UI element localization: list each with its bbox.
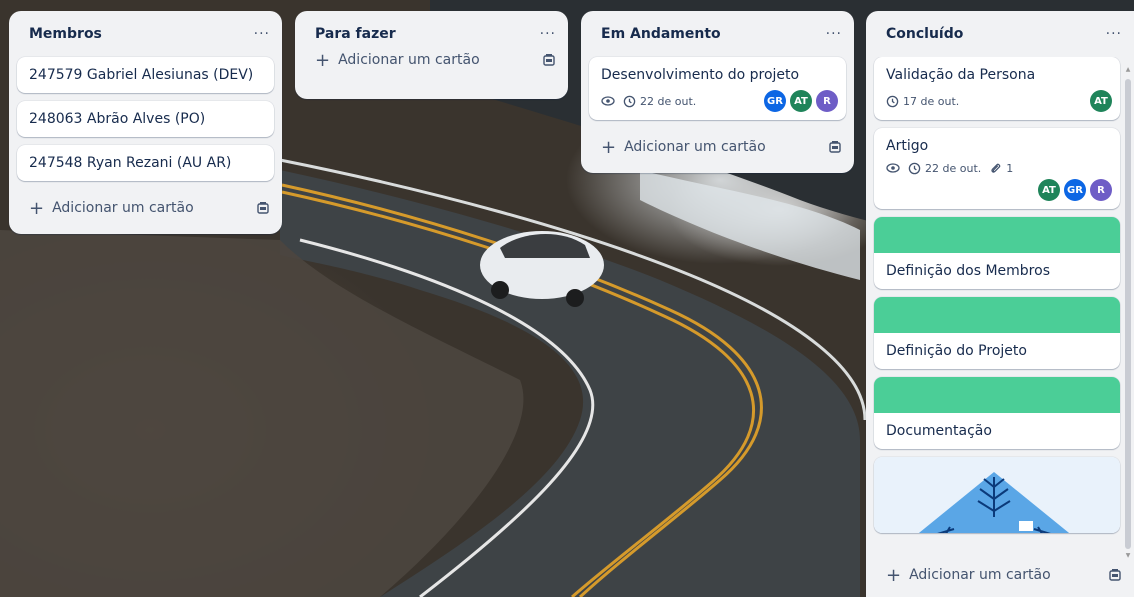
card-badges: 22 de out. 1: [874, 161, 1120, 179]
card-container: 247579 Gabriel Alesiunas (DEV) 248063 Ab…: [9, 57, 282, 181]
card-container: Desenvolvimento do projeto 22 de out. GR…: [581, 57, 854, 120]
board-lists: Membros ··· 247579 Gabriel Alesiunas (DE…: [0, 0, 1134, 597]
avatar[interactable]: AT: [1038, 179, 1060, 201]
plus-icon: +: [29, 197, 45, 219]
due-date-badge[interactable]: 22 de out.: [623, 95, 696, 108]
add-card-label: Adicionar um cartão: [624, 139, 766, 155]
plus-icon: +: [886, 564, 902, 586]
plus-icon: +: [601, 136, 617, 158]
card-cover-green: [874, 377, 1120, 413]
list-title[interactable]: Membros: [29, 26, 102, 42]
avatar[interactable]: GR: [1064, 179, 1086, 201]
card-members: GR AT R: [764, 90, 838, 112]
card-template-icon[interactable]: [256, 201, 270, 215]
list-menu-button[interactable]: ···: [540, 26, 556, 42]
eye-icon: [601, 96, 615, 106]
add-card-button[interactable]: + Adicionar um cartão: [601, 137, 766, 158]
list-menu-button[interactable]: ···: [826, 26, 842, 42]
card-title: Artigo: [886, 138, 929, 154]
card[interactable]: Definição dos Membros: [874, 217, 1120, 289]
list-menu-button[interactable]: ···: [1106, 26, 1122, 42]
card-title: Validação da Persona: [886, 67, 1036, 83]
card-template-icon[interactable]: [542, 53, 556, 67]
list-title[interactable]: Concluído: [886, 26, 963, 42]
card[interactable]: Artigo 22 de out. 1 AT GR R: [874, 128, 1120, 209]
avatar[interactable]: GR: [764, 90, 786, 112]
scroll-up-arrow-icon[interactable]: ▲: [1124, 67, 1132, 73]
clock-icon: [623, 95, 636, 107]
card[interactable]: Definição do Projeto: [874, 297, 1120, 369]
card-template-icon[interactable]: [1108, 568, 1122, 582]
avatar[interactable]: AT: [1090, 90, 1112, 112]
avatar[interactable]: R: [1090, 179, 1112, 201]
list-menu-button[interactable]: ···: [254, 26, 270, 42]
add-card-label: Adicionar um cartão: [909, 567, 1051, 583]
card-cover-green: [874, 297, 1120, 333]
card[interactable]: 247579 Gabriel Alesiunas (DEV): [17, 57, 274, 93]
add-card-row: + Adicionar um cartão: [295, 41, 568, 79]
card-cover-image: [874, 457, 1120, 533]
due-date-text: 17 de out.: [903, 94, 960, 108]
card-title: 247548 Ryan Rezani (AU AR): [29, 155, 232, 171]
eye-icon: [886, 163, 900, 173]
add-card-row: + Adicionar um cartão: [866, 553, 1134, 597]
card-template-icon[interactable]: [828, 140, 842, 154]
card-title: 247579 Gabriel Alesiunas (DEV): [29, 67, 254, 83]
clock-icon: [908, 162, 921, 174]
card[interactable]: 247548 Ryan Rezani (AU AR): [17, 145, 274, 181]
scroll-down-arrow-icon[interactable]: ▼: [1124, 553, 1132, 559]
list-title[interactable]: Em Andamento: [601, 26, 721, 42]
list-para-fazer[interactable]: Para fazer ··· + Adicionar um cartão: [295, 11, 568, 99]
card[interactable]: Desenvolvimento do projeto 22 de out. GR…: [589, 57, 846, 120]
card[interactable]: Documentação: [874, 377, 1120, 449]
card-title: Definição dos Membros: [886, 263, 1050, 279]
list-concluido[interactable]: Concluído ··· Validação da Persona 17 de…: [866, 11, 1134, 597]
attachments-badge: 1: [989, 162, 1013, 175]
card-title: Definição do Projeto: [886, 343, 1027, 359]
list-em-andamento[interactable]: Em Andamento ··· Desenvolvimento do proj…: [581, 11, 854, 173]
card-container: Validação da Persona 17 de out. AT Artig…: [866, 57, 1134, 557]
add-card-button[interactable]: + Adicionar um cartão: [886, 565, 1051, 586]
list-membros[interactable]: Membros ··· 247579 Gabriel Alesiunas (DE…: [9, 11, 282, 234]
list-header: Em Andamento ···: [581, 11, 854, 57]
add-card-label: Adicionar um cartão: [52, 200, 194, 216]
due-date-badge[interactable]: 22 de out.: [908, 162, 981, 175]
snowflake-illustration: [918, 472, 1070, 533]
plus-icon: +: [315, 49, 331, 71]
card-with-image[interactable]: [874, 457, 1120, 533]
list-scrollbar[interactable]: ▲ ▼: [1124, 67, 1132, 559]
add-card-button[interactable]: + Adicionar um cartão: [29, 198, 194, 219]
add-card-row: + Adicionar um cartão: [9, 189, 282, 227]
card-cover-green: [874, 217, 1120, 253]
list-header: Membros ···: [9, 11, 282, 57]
list-header: Concluído ···: [866, 11, 1134, 57]
add-card-button[interactable]: + Adicionar um cartão: [315, 50, 480, 71]
card-title: Documentação: [886, 423, 992, 439]
list-title[interactable]: Para fazer: [315, 26, 396, 42]
card-title: Desenvolvimento do projeto: [601, 67, 800, 83]
card-members: AT: [1090, 90, 1112, 112]
add-card-label: Adicionar um cartão: [338, 52, 480, 68]
card-badges: 17 de out. AT: [874, 90, 1120, 120]
add-card-row: + Adicionar um cartão: [581, 128, 854, 166]
due-date-badge[interactable]: 17 de out.: [886, 95, 959, 108]
card[interactable]: Validação da Persona 17 de out. AT: [874, 57, 1120, 120]
avatar[interactable]: AT: [790, 90, 812, 112]
paperclip-icon: [991, 163, 1001, 173]
card-members: AT GR R: [874, 179, 1120, 209]
card-title: 248063 Abrão Alves (PO): [29, 111, 206, 127]
card-badges: 22 de out. GR AT R: [589, 90, 846, 120]
scroll-thumb[interactable]: [1125, 79, 1131, 549]
due-date-text: 22 de out.: [925, 161, 982, 175]
attachments-count: 1: [1006, 161, 1014, 175]
card[interactable]: 248063 Abrão Alves (PO): [17, 101, 274, 137]
due-date-text: 22 de out.: [640, 94, 697, 108]
clock-icon: [886, 95, 899, 107]
avatar[interactable]: R: [816, 90, 838, 112]
